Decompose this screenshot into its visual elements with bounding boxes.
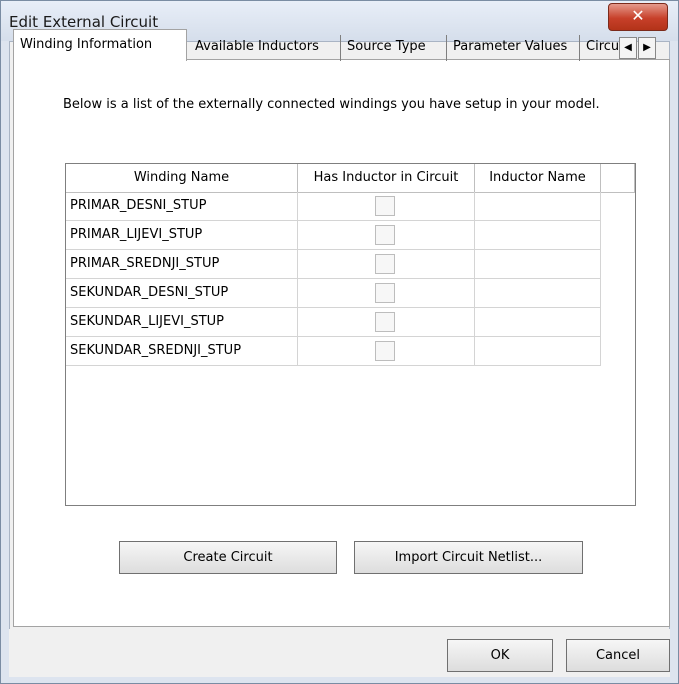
tab-label: Available Inductors [195, 39, 319, 54]
has-inductor-cell [298, 308, 475, 337]
has-inductor-cell [298, 279, 475, 308]
winding-name-cell[interactable]: PRIMAR_SREDNJI_STUP [66, 250, 298, 279]
table-row[interactable]: SEKUNDAR_DESNI_STUP [66, 279, 601, 308]
chevron-left-icon: ◀ [624, 42, 632, 53]
tab-source-type[interactable]: Source Type [341, 35, 447, 61]
column-header-filler [601, 164, 635, 192]
ok-button[interactable]: OK [447, 639, 553, 672]
windings-grid[interactable]: Winding Name Has Inductor in Circuit Ind… [65, 163, 636, 506]
inductor-name-cell[interactable] [475, 308, 601, 337]
column-header-inductor-name[interactable]: Inductor Name [475, 164, 601, 192]
table-row[interactable]: PRIMAR_DESNI_STUP [66, 192, 601, 221]
tab-strip: Winding Information Available Inductors … [13, 29, 670, 61]
tab-label: Circu [586, 39, 620, 54]
cancel-button[interactable]: Cancel [566, 639, 670, 672]
winding-name-cell[interactable]: PRIMAR_DESNI_STUP [66, 192, 298, 221]
winding-name-cell[interactable]: SEKUNDAR_DESNI_STUP [66, 279, 298, 308]
inductor-name-cell[interactable] [475, 221, 601, 250]
inductor-name-cell[interactable] [475, 337, 601, 366]
grid-header: Winding Name Has Inductor in Circuit Ind… [66, 164, 635, 193]
import-circuit-netlist-button[interactable]: Import Circuit Netlist... [354, 541, 583, 574]
has-inductor-checkbox[interactable] [375, 312, 395, 332]
has-inductor-cell [298, 250, 475, 279]
column-header-winding-name[interactable]: Winding Name [66, 164, 298, 192]
has-inductor-checkbox[interactable] [375, 254, 395, 274]
winding-name-cell[interactable]: PRIMAR_LIJEVI_STUP [66, 221, 298, 250]
has-inductor-checkbox[interactable] [375, 196, 395, 216]
has-inductor-cell [298, 192, 475, 221]
tab-scroll-left-button[interactable]: ◀ [619, 37, 637, 59]
tab-label: Source Type [347, 39, 426, 54]
tab-label: Parameter Values [453, 39, 568, 54]
tab-label: Winding Information [20, 37, 153, 52]
inductor-name-cell[interactable] [475, 250, 601, 279]
column-header-has-inductor[interactable]: Has Inductor in Circuit [298, 164, 475, 192]
table-row[interactable]: SEKUNDAR_LIJEVI_STUP [66, 308, 601, 337]
winding-name-cell[interactable]: SEKUNDAR_SREDNJI_STUP [66, 337, 298, 366]
inductor-name-cell[interactable] [475, 279, 601, 308]
table-row[interactable]: PRIMAR_SREDNJI_STUP [66, 250, 601, 279]
table-row[interactable]: SEKUNDAR_SREDNJI_STUP [66, 337, 601, 366]
has-inductor-checkbox[interactable] [375, 225, 395, 245]
close-icon: ✕ [631, 6, 645, 25]
close-button[interactable]: ✕ [608, 3, 668, 31]
has-inductor-cell [298, 337, 475, 366]
tab-scroll-right-button[interactable]: ▶ [638, 37, 656, 59]
tab-winding-information[interactable]: Winding Information [13, 29, 187, 61]
winding-name-cell[interactable]: SEKUNDAR_LIJEVI_STUP [66, 308, 298, 337]
dialog-window: Edit External Circuit ✕ Winding Informat… [0, 0, 679, 684]
has-inductor-checkbox[interactable] [375, 341, 395, 361]
has-inductor-checkbox[interactable] [375, 283, 395, 303]
create-circuit-button[interactable]: Create Circuit [119, 541, 337, 574]
chevron-right-icon: ▶ [643, 42, 651, 53]
description-text: Below is a list of the externally connec… [63, 97, 600, 112]
inductor-name-cell[interactable] [475, 192, 601, 221]
has-inductor-cell [298, 221, 475, 250]
table-row[interactable]: PRIMAR_LIJEVI_STUP [66, 221, 601, 250]
tab-available-inductors[interactable]: Available Inductors [189, 35, 341, 61]
tab-parameter-values[interactable]: Parameter Values [447, 35, 580, 61]
